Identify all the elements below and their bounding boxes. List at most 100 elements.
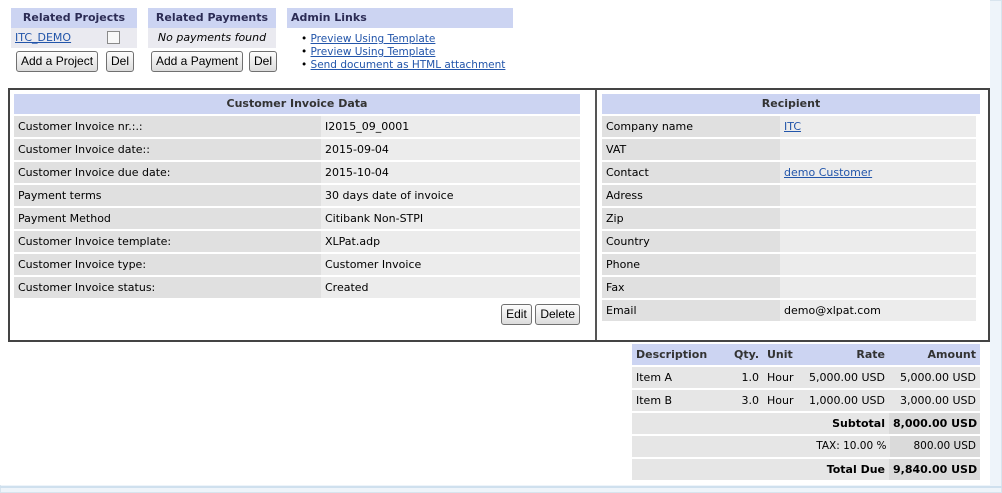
recipient-field-label: VAT — [602, 139, 780, 160]
recipient-header: Recipient — [602, 94, 980, 114]
recipient-field-label: Contact — [602, 162, 780, 183]
recipient-field-value: demo@xlpat.com — [780, 300, 976, 321]
invoice-actions: Edit Delete — [14, 304, 580, 325]
invoice-field-label: Customer Invoice template: — [14, 231, 321, 252]
line-items-header-row: Description Qty. Unit Rate Amount — [632, 344, 980, 365]
project-checkbox[interactable] — [107, 31, 120, 44]
recipient-field-row: Fax — [602, 277, 980, 298]
invoice-field-label: Customer Invoice type: — [14, 254, 321, 275]
bullet-icon: • — [301, 33, 311, 45]
line-item-row: Item B 3.0 Hour 1,000.00 USD 3,000.00 USD — [632, 390, 980, 411]
contact-link[interactable]: demo Customer — [784, 166, 872, 179]
tax-value: 800.00 USD — [890, 436, 980, 457]
recipient-field-row: Contact demo Customer — [602, 162, 980, 183]
item-qty: 3.0 — [730, 390, 763, 411]
project-link[interactable]: ITC_DEMO — [15, 31, 71, 44]
recipient-field-row: Company name ITC — [602, 116, 980, 137]
invoice-field-value: 2015-09-04 — [321, 139, 580, 160]
preview-template-link[interactable]: Preview Using Template — [311, 33, 436, 45]
related-payments-actions: Add a Payment Del — [148, 48, 278, 74]
related-payments-header: Related Payments — [148, 8, 276, 28]
send-html-attachment-link[interactable]: Send document as HTML attachment — [311, 59, 506, 71]
admin-link-item: • Preview Using Template — [301, 33, 513, 46]
recipient-field-label: Phone — [602, 254, 780, 275]
invoice-main-panel: Customer Invoice Data Customer Invoice n… — [8, 88, 990, 342]
invoice-field-row: Customer Invoice status: Created — [14, 277, 580, 298]
related-projects-box: Related Projects ITC_DEMO Add a Project … — [11, 8, 137, 74]
add-project-button[interactable]: Add a Project — [16, 51, 99, 72]
tax-row: TAX: 10.00 % 800.00 USD — [632, 436, 980, 457]
recipient-panel: Recipient Company name ITC VAT Contact demo … — [602, 94, 980, 321]
invoice-field-row: Payment terms 30 days date of invoice — [14, 185, 580, 206]
invoice-field-row: Customer Invoice template: XLPat.adp — [14, 231, 580, 252]
item-description: Item B — [632, 390, 730, 411]
recipient-field-row: VAT — [602, 139, 980, 160]
recipient-field-label: Company name — [602, 116, 780, 137]
invoice-field-label: Customer Invoice status: — [14, 277, 321, 298]
invoice-field-label: Customer Invoice date:: — [14, 139, 321, 160]
recipient-field-label: Fax — [602, 277, 780, 298]
line-item-rows: Item A 1.0 Hour 5,000.00 USD 5,000.00 USD Ite… — [632, 367, 980, 411]
recipient-field-value — [780, 254, 976, 275]
subtotal-label: Subtotal — [632, 413, 889, 434]
recipient-field-label: Country — [602, 231, 780, 252]
invoice-data-rows: Customer Invoice nr.:.: I2015_09_0001 Cust… — [14, 116, 580, 298]
bullet-icon: • — [301, 59, 311, 71]
recipient-field-value — [780, 231, 976, 252]
recipient-field-value — [780, 208, 976, 229]
invoice-field-value: Created — [321, 277, 580, 298]
col-description: Description — [632, 344, 730, 365]
add-payment-button[interactable]: Add a Payment — [151, 51, 244, 72]
recipient-field-value: demo Customer — [780, 162, 976, 183]
related-projects-actions: Add a Project Del — [11, 48, 137, 74]
related-payments-box: Related Payments No payments found Add a… — [148, 8, 278, 74]
delete-project-button[interactable]: Del — [106, 51, 135, 72]
invoice-field-value: XLPat.adp — [321, 231, 580, 252]
preview-template-link[interactable]: Preview Using Template — [311, 46, 436, 58]
invoice-field-label: Customer Invoice due date: — [14, 162, 321, 183]
recipient-field-value: ITC — [780, 116, 976, 137]
bottom-divider — [0, 486, 1002, 488]
col-qty: Qty. — [730, 344, 763, 365]
col-unit: Unit — [763, 344, 797, 365]
invoice-field-row: Customer Invoice nr.:.: I2015_09_0001 — [14, 116, 580, 137]
line-items-table: Description Qty. Unit Rate Amount Item A… — [632, 344, 980, 482]
recipient-field-label: Zip — [602, 208, 780, 229]
line-item-row: Item A 1.0 Hour 5,000.00 USD 5,000.00 USD — [632, 367, 980, 388]
item-unit: Hour — [763, 390, 797, 411]
delete-payment-button[interactable]: Del — [249, 51, 278, 72]
invoice-field-value: 30 days date of invoice — [321, 185, 580, 206]
recipient-field-label: Adress — [602, 185, 780, 206]
subtotal-row: Subtotal 8,000.00 USD — [632, 413, 980, 434]
invoice-field-value: I2015_09_0001 — [321, 116, 580, 137]
delete-button[interactable]: Delete — [535, 304, 580, 325]
invoice-field-row: Customer Invoice date:: 2015-09-04 — [14, 139, 580, 160]
item-qty: 1.0 — [730, 367, 763, 388]
total-due-value: 9,840.00 USD — [889, 459, 980, 480]
recipient-field-label: Email — [602, 300, 780, 321]
admin-link-item: • Preview Using Template — [301, 46, 513, 59]
recipient-field-value — [780, 139, 976, 160]
invoice-field-label: Customer Invoice nr.:.: — [14, 116, 321, 137]
tax-label: TAX: 10.00 % — [632, 436, 891, 457]
related-projects-header: Related Projects — [11, 8, 137, 28]
company-link[interactable]: ITC — [784, 120, 801, 133]
recipient-field-row: Adress — [602, 185, 980, 206]
admin-links-box: Admin Links • Preview Using Template • P… — [287, 8, 513, 72]
subtotal-value: 8,000.00 USD — [889, 413, 980, 434]
recipient-field-value — [780, 277, 976, 298]
recipient-field-text: demo@xlpat.com — [784, 304, 881, 317]
related-projects-row: ITC_DEMO — [11, 28, 137, 48]
admin-links-list: • Preview Using Template • Preview Using… — [287, 28, 513, 72]
edit-button[interactable]: Edit — [501, 304, 532, 325]
item-rate: 1,000.00 USD — [797, 390, 889, 411]
recipient-rows: Company name ITC VAT Contact demo Customer Ad… — [602, 116, 980, 321]
no-payments-message: No payments found — [148, 28, 276, 48]
invoice-field-label: Payment terms — [14, 185, 321, 206]
total-due-row: Total Due 9,840.00 USD — [632, 459, 980, 480]
invoice-field-label: Payment Method — [14, 208, 321, 229]
invoice-field-value: Citibank Non-STPI — [321, 208, 580, 229]
col-amount: Amount — [889, 344, 980, 365]
item-rate: 5,000.00 USD — [797, 367, 889, 388]
recipient-field-row: Email demo@xlpat.com — [602, 300, 980, 321]
